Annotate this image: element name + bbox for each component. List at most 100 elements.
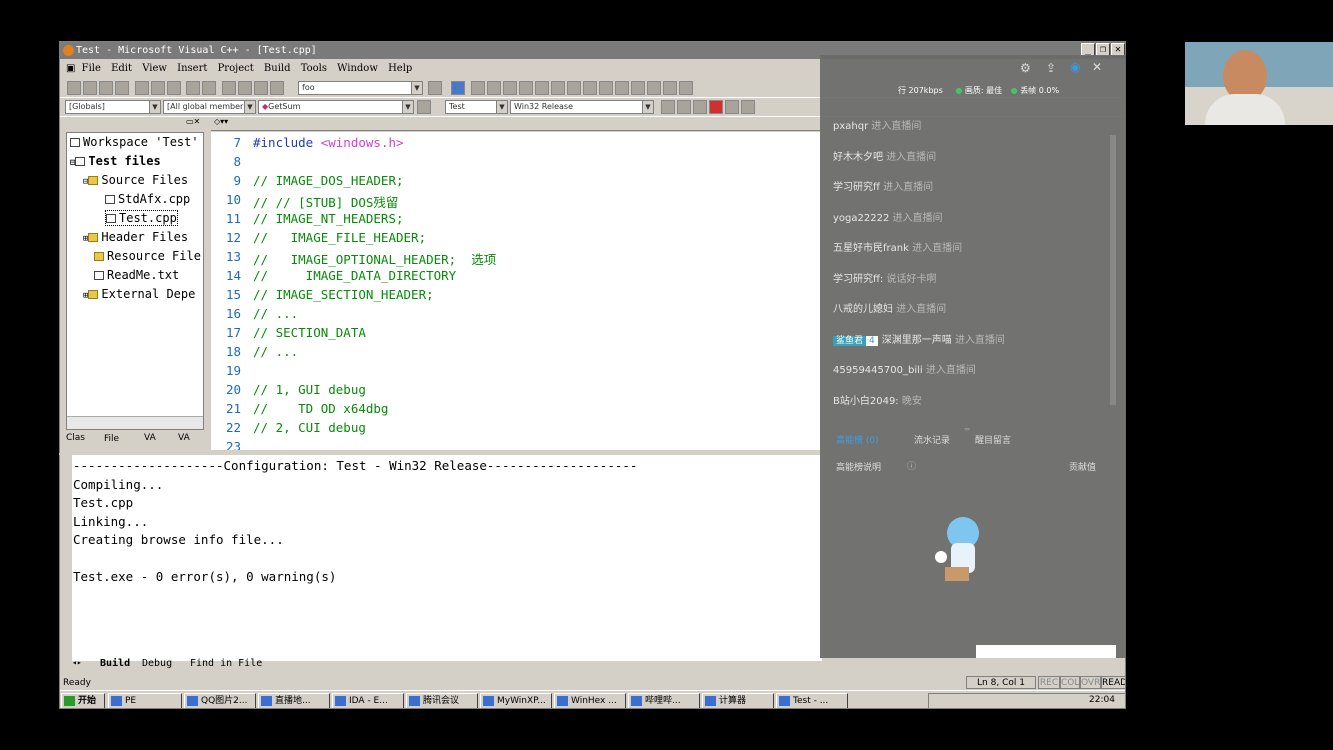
execute-icon[interactable] <box>519 81 533 95</box>
tab-flow[interactable]: 流水记录 <box>914 433 950 446</box>
code-editor[interactable]: 7 #include <windows.h> 8 9 // IMAGE_DOS_HEAD… <box>211 132 820 450</box>
breakpoint-icon[interactable] <box>551 81 565 95</box>
source-browser-icon[interactable] <box>451 81 465 95</box>
share-icon[interactable]: ⇪ <box>1046 61 1056 75</box>
back-icon[interactable] <box>567 81 581 95</box>
output-icon[interactable] <box>237 81 252 95</box>
taskbar-item[interactable]: IDA - E... <box>332 693 404 708</box>
forward-icon[interactable] <box>583 81 597 95</box>
taskbar-item[interactable]: 腾讯会议 <box>406 693 478 708</box>
open-icon[interactable] <box>83 81 97 95</box>
tree-item-external-deps[interactable]: ⊞ External Depe <box>83 287 195 301</box>
tab-classview[interactable]: Clas <box>66 433 85 443</box>
tab-superchat[interactable]: 醒目留言 <box>975 433 1011 446</box>
tab-va-1[interactable]: VA <box>144 433 156 443</box>
start-button[interactable]: 开始 <box>61 693 105 708</box>
tree-item-stdafx[interactable]: StdAfx.cpp <box>105 192 190 206</box>
tool5-icon[interactable] <box>663 81 677 95</box>
taskbar-item[interactable]: WinHex ... <box>554 693 626 708</box>
stop2-icon[interactable] <box>693 100 707 114</box>
copy-icon[interactable] <box>150 81 165 95</box>
new-file-icon[interactable] <box>67 81 81 95</box>
build-icon[interactable] <box>487 81 501 95</box>
menu-edit[interactable]: Edit <box>111 63 132 74</box>
workspace-hscroll[interactable] <box>67 416 203 429</box>
settings-icon[interactable]: ⚙ <box>1020 61 1031 75</box>
output-pane[interactable]: --------------------Configuration: Test … <box>72 455 822 661</box>
tab-debug[interactable]: Debug <box>142 658 172 669</box>
tree-item-source-files[interactable]: ⊟ Source Files <box>83 173 188 187</box>
taskbar-item[interactable]: 直播地... <box>258 693 330 708</box>
undo-icon[interactable] <box>186 81 200 95</box>
bilibili-icon[interactable]: ◉ <box>1070 60 1080 74</box>
taskbar-item[interactable]: MyWinXP... <box>480 693 552 708</box>
tab-build[interactable]: Build <box>100 658 130 669</box>
tab-rank[interactable]: 高能榜 (0) <box>836 433 879 446</box>
taskbar-item[interactable]: QQ图片2... <box>184 693 256 708</box>
scope-combo[interactable]: [Globals] ▼ <box>65 100 161 114</box>
tool3-icon[interactable] <box>631 81 645 95</box>
tool4-icon[interactable] <box>647 81 661 95</box>
breakpoint2-icon[interactable] <box>741 100 755 114</box>
tab-scroll-arrows[interactable]: ◂▸ <box>72 658 82 667</box>
app-icon <box>483 696 494 706</box>
tree-item-test-cpp[interactable]: Test.cpp <box>105 210 178 226</box>
find-icon[interactable] <box>269 81 284 95</box>
tree-item-project[interactable]: ⊟ Test files <box>70 154 161 168</box>
save-icon[interactable] <box>99 81 113 95</box>
help-icon[interactable]: ⓘ <box>907 459 916 472</box>
file-icon <box>106 214 116 223</box>
bookmark-icon[interactable]: ◇▾▾ <box>214 117 228 126</box>
tree-item-header-files[interactable]: ⊞ Header Files <box>83 230 188 244</box>
menu-file[interactable]: File <box>82 63 101 74</box>
menu-build[interactable]: Build <box>264 63 291 74</box>
build2-icon[interactable] <box>677 100 691 114</box>
compile2-icon[interactable] <box>661 100 675 114</box>
tab-va-2[interactable]: VA <box>178 433 190 443</box>
save-all-icon[interactable] <box>115 81 129 95</box>
menu-view[interactable]: View <box>142 63 167 74</box>
menu-help[interactable]: Help <box>388 63 412 74</box>
taskbar-item[interactable]: Test - ... <box>776 693 848 708</box>
input-strip[interactable] <box>976 645 1116 658</box>
taskbar-item[interactable]: 计算器 <box>702 693 774 708</box>
tab-fileview[interactable]: File <box>104 434 119 444</box>
splitter[interactable] <box>59 453 820 455</box>
stop-build-icon[interactable] <box>503 81 517 95</box>
function-combo[interactable]: ◆GetSum ▼ <box>258 100 414 114</box>
project-combo[interactable]: Test ▼ <box>445 100 508 114</box>
tree-item-readme[interactable]: ReadMe.txt <box>94 268 179 282</box>
taskbar-item[interactable]: PE <box>108 693 182 708</box>
windows-icon[interactable] <box>253 81 268 95</box>
app-icon <box>261 696 272 706</box>
tool6-icon[interactable] <box>679 81 693 95</box>
find-in-files-icon[interactable] <box>428 81 442 95</box>
menu-project[interactable]: Project <box>218 63 254 74</box>
workspace-icon[interactable] <box>221 81 236 95</box>
compile-icon[interactable] <box>471 81 485 95</box>
find-combo[interactable]: foo ▼ <box>298 81 423 95</box>
line-number: 14 <box>225 268 241 283</box>
chat-scrollbar[interactable] <box>1110 135 1116 405</box>
go2-icon[interactable] <box>725 100 739 114</box>
tree-item-workspace[interactable]: Workspace 'Test' <box>70 135 199 149</box>
pane-close-icon[interactable]: ▭✕ <box>186 117 200 126</box>
tool1-icon[interactable] <box>599 81 613 95</box>
menu-insert[interactable]: Insert <box>177 63 207 74</box>
taskbar-item[interactable]: 哔哩哔... <box>628 693 700 708</box>
menu-tools[interactable]: Tools <box>301 63 327 74</box>
tool2-icon[interactable] <box>615 81 629 95</box>
overlay-close-icon[interactable]: ✕ <box>1092 60 1102 74</box>
redo-icon[interactable] <box>202 81 216 95</box>
members-combo[interactable]: [All global member ▼ <box>163 100 256 114</box>
menu-window[interactable]: Window <box>337 63 378 74</box>
cut-icon[interactable] <box>134 81 149 95</box>
run-icon[interactable] <box>709 100 723 114</box>
go-icon[interactable] <box>535 81 549 95</box>
line-number: 9 <box>233 173 241 188</box>
tree-item-resource-files[interactable]: Resource File <box>94 249 201 263</box>
tab-find-in-files[interactable]: Find in File <box>190 658 262 669</box>
paste-icon[interactable] <box>166 81 181 95</box>
config-combo[interactable]: Win32 Release ▼ <box>510 100 654 114</box>
wizard-action-icon[interactable] <box>417 100 431 114</box>
